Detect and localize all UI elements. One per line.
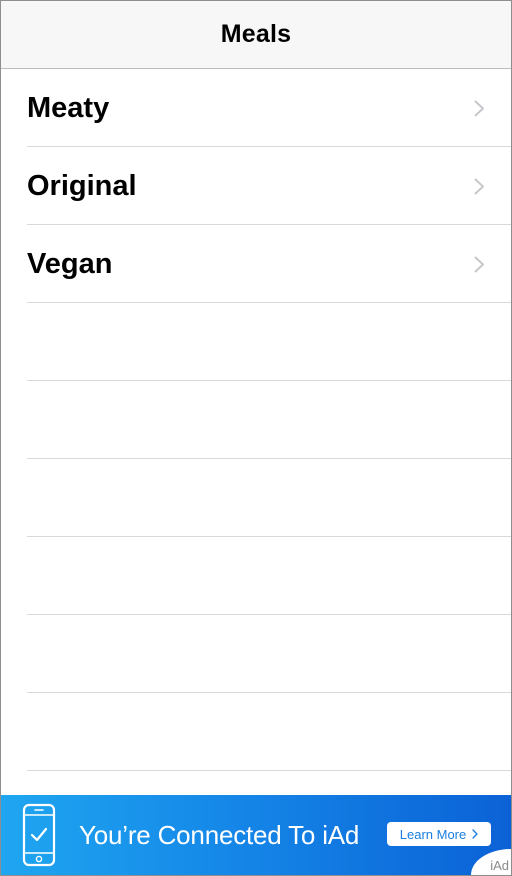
meal-row-meaty[interactable]: Meaty	[1, 69, 511, 147]
meal-row-label: Vegan	[27, 248, 113, 280]
empty-row	[1, 303, 511, 381]
meals-table[interactable]: Meaty Original Vegan	[1, 69, 511, 771]
meal-row-label: Meaty	[27, 92, 110, 124]
ad-headline: You’re Connected To iAd	[79, 820, 360, 850]
chevron-right-icon	[472, 829, 478, 839]
iad-banner[interactable]: You’re Connected To iAd Learn More iAd	[1, 795, 511, 875]
meal-row-original[interactable]: Original	[1, 147, 511, 225]
meal-row-vegan[interactable]: Vegan	[1, 225, 511, 303]
meal-row-label: Original	[27, 170, 137, 202]
iad-badge: iAd	[490, 858, 509, 873]
learn-more-label: Learn More	[399, 826, 467, 842]
phone-check-icon	[22, 803, 56, 867]
empty-row	[1, 381, 511, 459]
empty-row	[1, 459, 511, 537]
learn-more-button[interactable]: Learn More	[387, 822, 491, 846]
chevron-right-icon	[474, 256, 484, 273]
row-separator	[27, 770, 511, 771]
chevron-right-icon	[474, 100, 484, 117]
nav-title: Meals	[220, 20, 292, 48]
empty-row	[1, 693, 511, 771]
app-screen: Meals Meaty Original Vegan You’re Connec…	[0, 0, 512, 876]
chevron-right-icon	[474, 178, 484, 195]
empty-row	[1, 537, 511, 615]
empty-row	[1, 615, 511, 693]
navigation-bar: Meals	[1, 1, 511, 69]
